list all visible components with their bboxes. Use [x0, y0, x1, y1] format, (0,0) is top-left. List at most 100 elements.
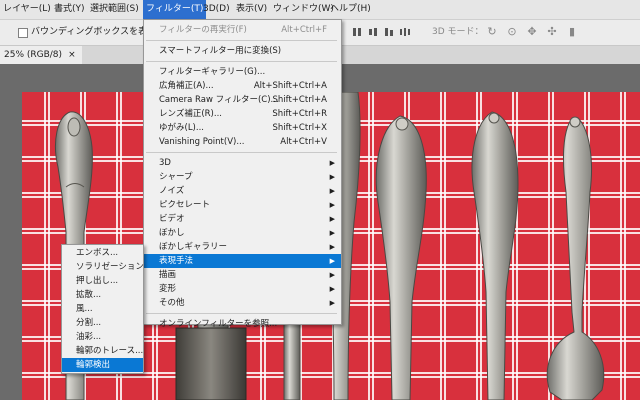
menu-item-label: 風...: [76, 304, 93, 314]
submenu-arrow-icon: ▶: [329, 201, 335, 209]
bounding-box-label: バウンディングボックスを表示: [31, 27, 157, 37]
stylize-submenu-item[interactable]: 押し出し...: [62, 274, 143, 288]
filter-menu-item[interactable]: Vanishing Point(V)... Alt+Ctrl+V: [144, 135, 341, 149]
menu-filter[interactable]: フィルター(T): [143, 0, 207, 19]
submenu-arrow-icon: ▶: [329, 173, 335, 181]
menu-item-label: 広角補正(A)...: [159, 81, 214, 91]
filter-menu-item[interactable]: オンラインフィルターを参照...: [144, 317, 341, 331]
stylize-submenu-item[interactable]: 輪郭のトレース...: [62, 344, 143, 358]
close-icon[interactable]: ×: [68, 50, 76, 60]
stylize-submenu-item[interactable]: 輪郭検出: [62, 358, 143, 372]
menu-item-label: 油彩...: [76, 332, 102, 342]
menu-item-label: エンボス...: [76, 248, 119, 258]
filter-menu: フィルターの再実行(F) Alt+Ctrl+F スマートフィルター用に変換(S) フィ…: [143, 19, 342, 329]
stylize-submenu-item[interactable]: エンボス...: [62, 246, 143, 260]
submenu-arrow-icon: ▶: [329, 257, 335, 265]
menu-item-label: 拡散...: [76, 290, 102, 300]
stylize-submenu: エンボス... ソラリゼーション押し出し... 拡散... 風... 分割... 油彩..…: [61, 244, 144, 374]
menu-item-label: その他: [159, 298, 185, 308]
filter-menu-item[interactable]: シャープ ▶: [144, 170, 341, 184]
menu-item-label: フィルターの再実行(F): [159, 25, 247, 35]
menu-item-label: Vanishing Point(V)...: [159, 137, 245, 147]
menu-type[interactable]: 書式(Y): [51, 0, 88, 19]
stylize-submenu-item[interactable]: 分割...: [62, 316, 143, 330]
document-tab-title: 25% (RGB/8): [4, 50, 63, 60]
menu-help[interactable]: ヘルプ(H): [327, 0, 374, 19]
menu-item-shortcut: Shift+Ctrl+R: [272, 109, 327, 119]
menu-separator: [146, 61, 337, 62]
stylize-submenu-item[interactable]: 風...: [62, 302, 143, 316]
filter-menu-item[interactable]: ぼかし ▶: [144, 226, 341, 240]
filter-menu-item[interactable]: ゆがみ(L)... Shift+Ctrl+X: [144, 121, 341, 135]
menu-item-label: 3D: [159, 158, 171, 168]
menu-item-shortcut: Shift+Ctrl+X: [272, 123, 327, 133]
3d-scale-icon[interactable]: ▮: [566, 26, 578, 38]
menu-item-label: 分割...: [76, 318, 102, 328]
submenu-arrow-icon: ▶: [329, 299, 335, 307]
submenu-arrow-icon: ▶: [329, 271, 335, 279]
3d-roll-icon[interactable]: ⊙: [506, 26, 518, 38]
submenu-arrow-icon: ▶: [329, 215, 335, 223]
menu-separator: [146, 40, 337, 41]
filter-menu-item[interactable]: ぼかしギャラリー ▶: [144, 240, 341, 254]
menu-select[interactable]: 選択範囲(S): [87, 0, 142, 19]
stylize-submenu-item[interactable]: ソラリゼーション: [62, 260, 144, 274]
stylize-submenu-item[interactable]: 拡散...: [62, 288, 143, 302]
menu-item-label: 変形: [159, 284, 177, 294]
filter-menu-item[interactable]: ビデオ ▶: [144, 212, 341, 226]
bounding-box-checkbox[interactable]: [18, 28, 28, 38]
handle-5: [375, 115, 427, 400]
stylize-submenu-item[interactable]: 油彩...: [62, 330, 143, 344]
menu-item-label: レンズ補正(R)...: [159, 109, 222, 119]
menu-item-label: オンラインフィルターを参照...: [159, 319, 278, 329]
menu-item-label: 輪郭検出: [76, 360, 111, 370]
filter-menu-item[interactable]: フィルターギャラリー(G)...: [144, 65, 341, 79]
menu-item-label: ぼかしギャラリー: [159, 242, 228, 252]
menu-item-shortcut: Alt+Shift+Ctrl+A: [253, 81, 327, 91]
filter-menu-item[interactable]: 表現手法 ▶: [144, 254, 341, 268]
filter-menu-item[interactable]: その他 ▶: [144, 296, 341, 310]
document-tab[interactable]: 25% (RGB/8) ×: [0, 46, 82, 64]
distribute-center-icon[interactable]: [368, 26, 378, 38]
filter-menu-item[interactable]: レンズ補正(R)... Shift+Ctrl+R: [144, 107, 341, 121]
submenu-arrow-icon: ▶: [329, 285, 335, 293]
3d-slide-icon[interactable]: ✣: [546, 26, 558, 38]
filter-menu-item[interactable]: フィルターの再実行(F) Alt+Ctrl+F: [144, 23, 341, 37]
menu-layer[interactable]: レイヤー(L): [0, 0, 54, 19]
filter-menu-item[interactable]: Camera Raw フィルター(C)... Shift+Ctrl+A: [144, 93, 341, 107]
filter-menu-item[interactable]: ピクセレート ▶: [144, 198, 341, 212]
menu-item-shortcut: Shift+Ctrl+A: [272, 95, 327, 105]
filter-menu-item[interactable]: 3D ▶: [144, 156, 341, 170]
handle-6: [471, 111, 519, 400]
filter-menu-item[interactable]: スマートフィルター用に変換(S): [144, 44, 341, 58]
menu-bar: レイヤー(L) 書式(Y) 選択範囲(S) フィルター(T) 3D(D) 表示(V) ウィン…: [0, 0, 640, 20]
teaspoon-7: [546, 116, 605, 400]
filter-menu-item[interactable]: 描画 ▶: [144, 268, 341, 282]
submenu-arrow-icon: ▶: [329, 187, 335, 195]
distribute-bottom-icon[interactable]: [384, 26, 394, 38]
menu-view[interactable]: 表示(V): [233, 0, 270, 19]
menu-item-label: スマートフィルター用に変換(S): [159, 46, 282, 56]
menu-item-label: ピクセレート: [159, 200, 211, 210]
filter-menu-item[interactable]: ノイズ ▶: [144, 184, 341, 198]
menu-item-label: ビデオ: [159, 214, 185, 224]
menu-item-label: ゆがみ(L)...: [159, 123, 204, 133]
distribute-top-icon[interactable]: [352, 26, 362, 38]
menu-3d[interactable]: 3D(D): [200, 0, 233, 19]
menu-separator: [146, 313, 337, 314]
menu-separator: [146, 152, 337, 153]
filter-menu-item[interactable]: 変形 ▶: [144, 282, 341, 296]
menu-item-label: 描画: [159, 270, 177, 280]
menu-item-label: シャープ: [159, 172, 193, 182]
menu-item-label: ノイズ: [159, 186, 185, 196]
menu-item-label: 輪郭のトレース...: [76, 346, 144, 356]
3d-pan-icon[interactable]: ✥: [526, 26, 538, 38]
menu-item-shortcut: Alt+Ctrl+F: [281, 25, 327, 35]
menu-item-label: フィルターギャラリー(G)...: [159, 67, 266, 77]
filter-menu-item[interactable]: 広角補正(A)... Alt+Shift+Ctrl+A: [144, 79, 341, 93]
menu-item-label: 押し出し...: [76, 276, 119, 286]
submenu-arrow-icon: ▶: [329, 159, 335, 167]
menu-item-label: 表現手法: [159, 256, 194, 266]
distribute-horizontal-icon[interactable]: [400, 26, 410, 38]
3d-rotate-icon[interactable]: ↻: [486, 26, 498, 38]
